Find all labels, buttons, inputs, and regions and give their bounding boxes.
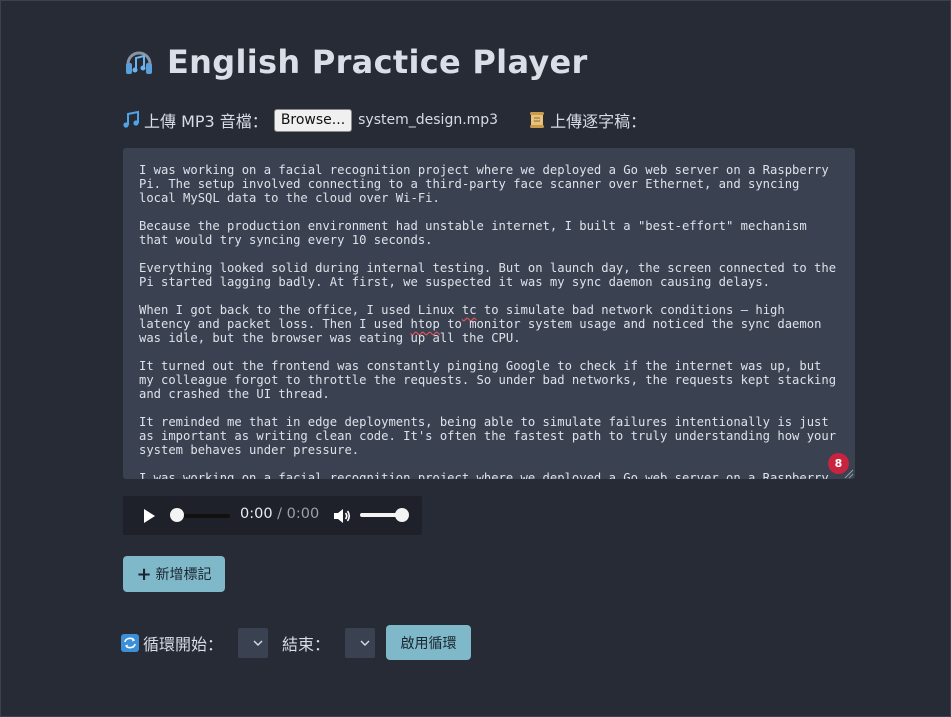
music-note-icon [121, 110, 141, 130]
time-separator: / [277, 506, 283, 522]
transcript-upload[interactable]: 上傳逐字稿： [528, 108, 646, 132]
selected-file-name: system_design.mp3 [358, 112, 499, 128]
seek-thumb[interactable] [170, 508, 184, 522]
chevron-down-icon [360, 640, 370, 646]
transcript-paragraph: When I got back to the office, I used Li… [139, 303, 829, 345]
transcript-textarea[interactable]: I was working on a facial recognition pr… [123, 148, 855, 479]
misspelled-word: tc [461, 303, 477, 317]
transcript-paragraph: I was working on a facial recognition pr… [139, 163, 837, 205]
misspelled-word: htop [410, 317, 440, 331]
mp3-upload-label: 上傳 MP3 音檔： [144, 112, 268, 131]
page-title: English Practice Player [167, 43, 588, 81]
duration: 0:00 [286, 506, 320, 522]
transcript-upload-label: 上傳逐字稿： [550, 112, 647, 131]
transcript-paragraph: It turned out the frontend was constantl… [139, 359, 844, 401]
resize-handle-icon[interactable] [842, 467, 854, 479]
volume-thumb[interactable] [395, 508, 409, 522]
plus-icon: + [136, 563, 152, 585]
loop-end-label: 結束： [282, 635, 331, 654]
app-title: English Practice Player [123, 43, 588, 81]
volume-icon[interactable] [332, 506, 352, 526]
loop-controls: 循環開始： 結束： [121, 627, 376, 659]
time-display: 0:00 / 0:00 [240, 506, 319, 522]
loop-start-label: 循環開始： [143, 635, 224, 654]
scroll-icon [528, 111, 546, 129]
play-icon[interactable] [140, 507, 158, 525]
headphones-icon [123, 46, 155, 78]
transcript-paragraph: Because the production environment had u… [139, 219, 815, 247]
add-marker-button[interactable]: + 新增標記 [123, 556, 225, 592]
repeat-icon [121, 634, 139, 652]
chevron-down-icon [253, 640, 263, 646]
transcript-paragraph: Everything looked solid during internal … [139, 261, 844, 289]
upload-row: 上傳 MP3 音檔： Browse... system_design.mp3 上… [121, 107, 646, 133]
add-marker-label: 新增標記 [155, 567, 212, 583]
transcript-paragraph: It reminded me that in edge deployments,… [139, 415, 844, 457]
current-time: 0:00 [240, 506, 273, 522]
seek-bar[interactable] [177, 514, 230, 518]
enable-loop-button[interactable]: 啟用循環 [386, 625, 471, 660]
loop-start-select[interactable] [238, 628, 269, 658]
loop-end-select[interactable] [345, 628, 376, 658]
browse-button[interactable]: Browse... [273, 108, 353, 132]
transcript-paragraph: I was working on a facial recognition pr… [139, 471, 829, 479]
